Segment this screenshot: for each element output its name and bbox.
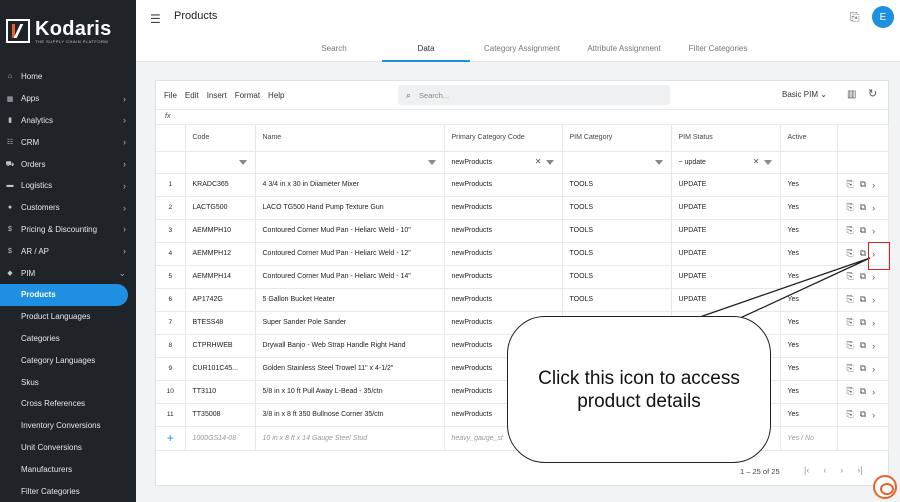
annotation-bubble: Click this icon to access product detail… — [507, 316, 771, 463]
annotation-highlight-box — [868, 242, 890, 270]
brand-badge-icon[interactable] — [873, 475, 897, 499]
